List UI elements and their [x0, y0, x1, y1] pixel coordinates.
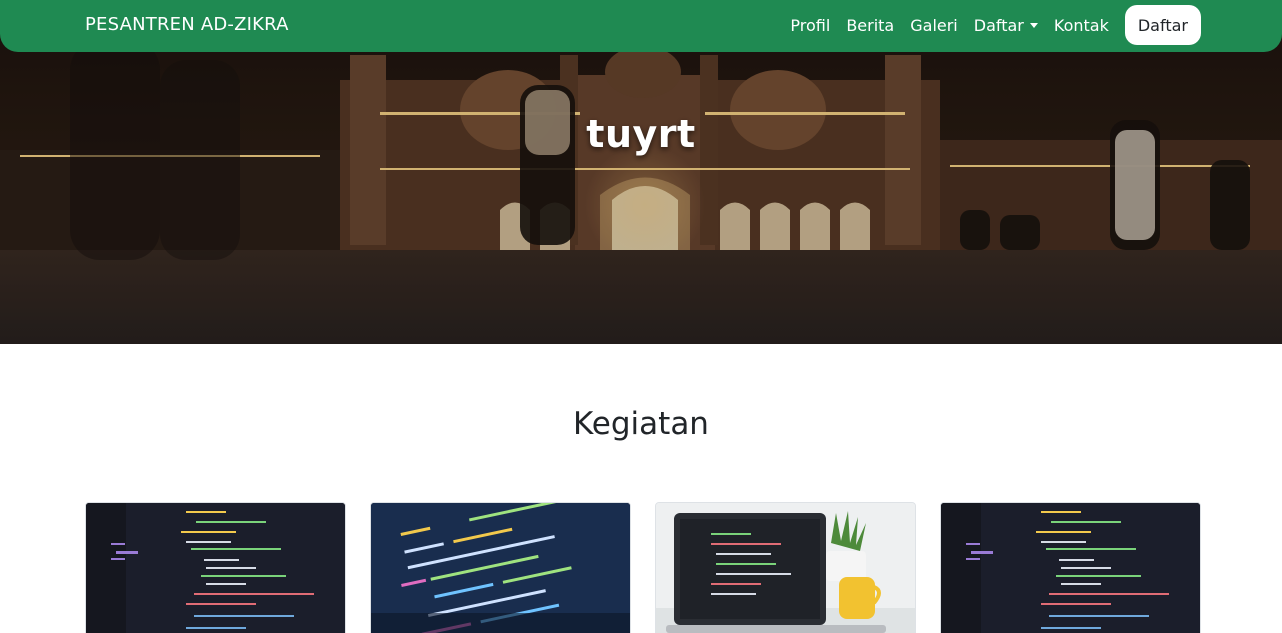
nav-dropdown-daftar[interactable]: Daftar [966, 16, 1046, 35]
nav-link-kontak[interactable]: Kontak [1046, 16, 1117, 35]
daftar-button[interactable]: Daftar [1124, 5, 1201, 45]
navbar: PESANTREN AD-ZIKRA Profil Berita Galeri … [0, 0, 1282, 52]
nav-dropdown-daftar-label: Daftar [973, 15, 1024, 35]
activity-card[interactable] [370, 502, 631, 633]
activity-card[interactable] [85, 502, 346, 633]
section-title: Kegiatan [573, 406, 709, 442]
code-editor-image [86, 503, 345, 633]
hero-title: tuyrt [586, 112, 696, 156]
activity-card[interactable] [940, 502, 1201, 633]
nav-links: Profil Berita Galeri Daftar Kontak Dafta… [782, 5, 1201, 45]
nav-link-galeri[interactable]: Galeri [902, 16, 966, 35]
activity-card[interactable] [655, 502, 916, 633]
laptop-plant-mug-image [656, 503, 915, 633]
brand-link[interactable]: PESANTREN AD-ZIKRA [85, 14, 289, 35]
code-editor-image [941, 503, 1200, 633]
nav-link-berita[interactable]: Berita [838, 16, 902, 35]
caret-down-icon [1029, 22, 1038, 28]
code-laptop-image [371, 503, 630, 633]
activity-cards [85, 502, 1201, 633]
nav-link-profil[interactable]: Profil [782, 16, 838, 35]
